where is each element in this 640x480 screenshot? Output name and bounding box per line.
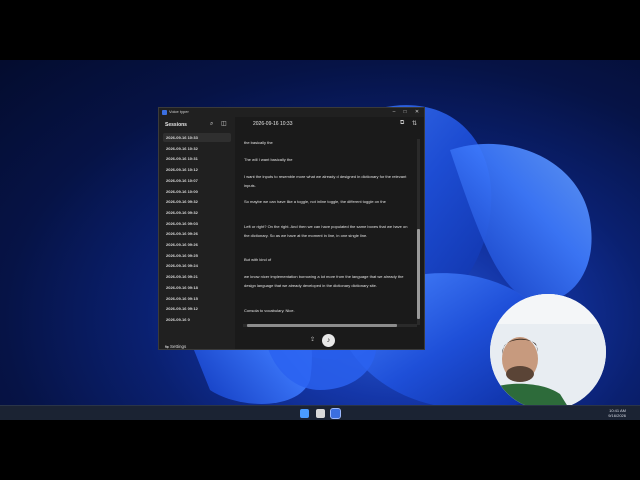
webcam-overlay xyxy=(490,294,606,410)
session-item[interactable]: 2026-09-16 10:00 xyxy=(163,187,231,196)
title-bar[interactable]: Voice typer – □ ✕ xyxy=(159,108,424,117)
close-icon[interactable]: ✕ xyxy=(412,109,422,116)
horizontal-scrollbar[interactable] xyxy=(243,324,417,327)
transcript-text[interactable]: the basically the The will I want basical… xyxy=(243,139,419,317)
settings-label: Settings xyxy=(170,344,187,349)
file-explorer-icon[interactable] xyxy=(316,409,325,418)
transcript-panel: 2026-09-16 10:33 ⧉ ⇅ the basically the Th… xyxy=(235,117,424,349)
window-title: Voice typer xyxy=(169,109,189,114)
vertical-scroll-thumb[interactable] xyxy=(417,229,420,319)
session-item[interactable]: 2026-09-16 09:26 xyxy=(163,229,231,238)
system-clock[interactable]: 10:41 AM 9/16/2026 xyxy=(608,408,626,418)
transcript-paragraph: But with kind of xyxy=(244,257,272,262)
minimize-icon[interactable]: – xyxy=(389,109,399,116)
swap-icon[interactable]: ⇅ xyxy=(412,120,417,127)
session-item[interactable]: 2026-09-16 0 xyxy=(163,315,231,324)
sidebar-toggle-icon[interactable]: ◫ xyxy=(221,121,227,127)
copy-icon[interactable]: ⧉ xyxy=(400,120,404,127)
app-icon xyxy=(162,110,167,115)
session-item[interactable]: 2026-09-16 09:15 xyxy=(163,294,231,303)
transcript-paragraph: So maybe we can have like a toggle, not … xyxy=(244,199,386,204)
session-item[interactable]: 2026-09-16 09:21 xyxy=(163,272,231,281)
session-item[interactable]: 2026-09-16 09:12 xyxy=(163,304,231,313)
microphone-button[interactable]: ♪ xyxy=(322,334,335,347)
session-item[interactable]: 2026-09-16 10:32 xyxy=(163,144,231,153)
session-item[interactable]: 2026-09-16 09:24 xyxy=(163,261,231,270)
transcript-paragraph: I want the inputs to resemble more what … xyxy=(244,174,407,188)
sessions-sidebar: Sessions ⌕ ◫ 2026-09-16 10:33 2026-09-16 … xyxy=(159,117,235,349)
recording-bar: ⇪ ♪ xyxy=(235,331,424,349)
vertical-scrollbar[interactable] xyxy=(417,139,420,325)
session-item[interactable]: 2026-09-16 10:33 xyxy=(163,133,231,142)
session-item[interactable]: 2026-09-16 09:32 xyxy=(163,197,231,206)
horizontal-scroll-thumb[interactable] xyxy=(247,324,397,327)
search-icon[interactable]: ⌕ xyxy=(210,121,213,127)
transcript-paragraph: we know nicer implementation borrowing a… xyxy=(244,274,404,288)
session-item[interactable]: 2026-09-16 10:12 xyxy=(163,165,231,174)
transcript-paragraph: Consola to vocabulary. Nice. xyxy=(244,308,295,313)
session-item[interactable]: 2026-09-16 10:07 xyxy=(163,176,231,185)
session-item[interactable]: 2026-09-16 09:18 xyxy=(163,283,231,292)
letterbox-bottom xyxy=(0,420,640,480)
microphone-icon: ♪ xyxy=(326,337,331,344)
session-item[interactable]: 2026-09-16 09:25 xyxy=(163,251,231,260)
voice-typer-window: Voice typer – □ ✕ Sessions ⌕ ◫ 2026-09-1… xyxy=(158,107,425,350)
transcript-paragraph: The will I want basically the xyxy=(244,157,293,162)
session-item[interactable]: 2026-09-16 10:31 xyxy=(163,154,231,163)
settings-button[interactable]: ⇆ Settings xyxy=(165,344,187,349)
taskbar: 10:41 AM 9/16/2026 xyxy=(0,405,640,420)
session-title: 2026-09-16 10:33 xyxy=(253,121,293,127)
transcript-paragraph: Left or right? On the right. And then we… xyxy=(244,224,408,238)
letterbox-top xyxy=(0,0,640,60)
sessions-header: Sessions xyxy=(165,122,187,128)
clock-date: 9/16/2026 xyxy=(608,413,626,418)
start-icon[interactable] xyxy=(300,409,309,418)
session-item[interactable]: 2026-09-16 09:26 xyxy=(163,240,231,249)
maximize-icon[interactable]: □ xyxy=(400,109,410,116)
voice-typer-taskbar-icon[interactable] xyxy=(330,408,341,419)
session-item[interactable]: 2026-09-16 09:03 xyxy=(163,219,231,228)
session-item[interactable]: 2026-09-16 09:32 xyxy=(163,208,231,217)
upload-icon[interactable]: ⇪ xyxy=(310,336,315,343)
transcript-paragraph: the basically the xyxy=(244,140,273,145)
